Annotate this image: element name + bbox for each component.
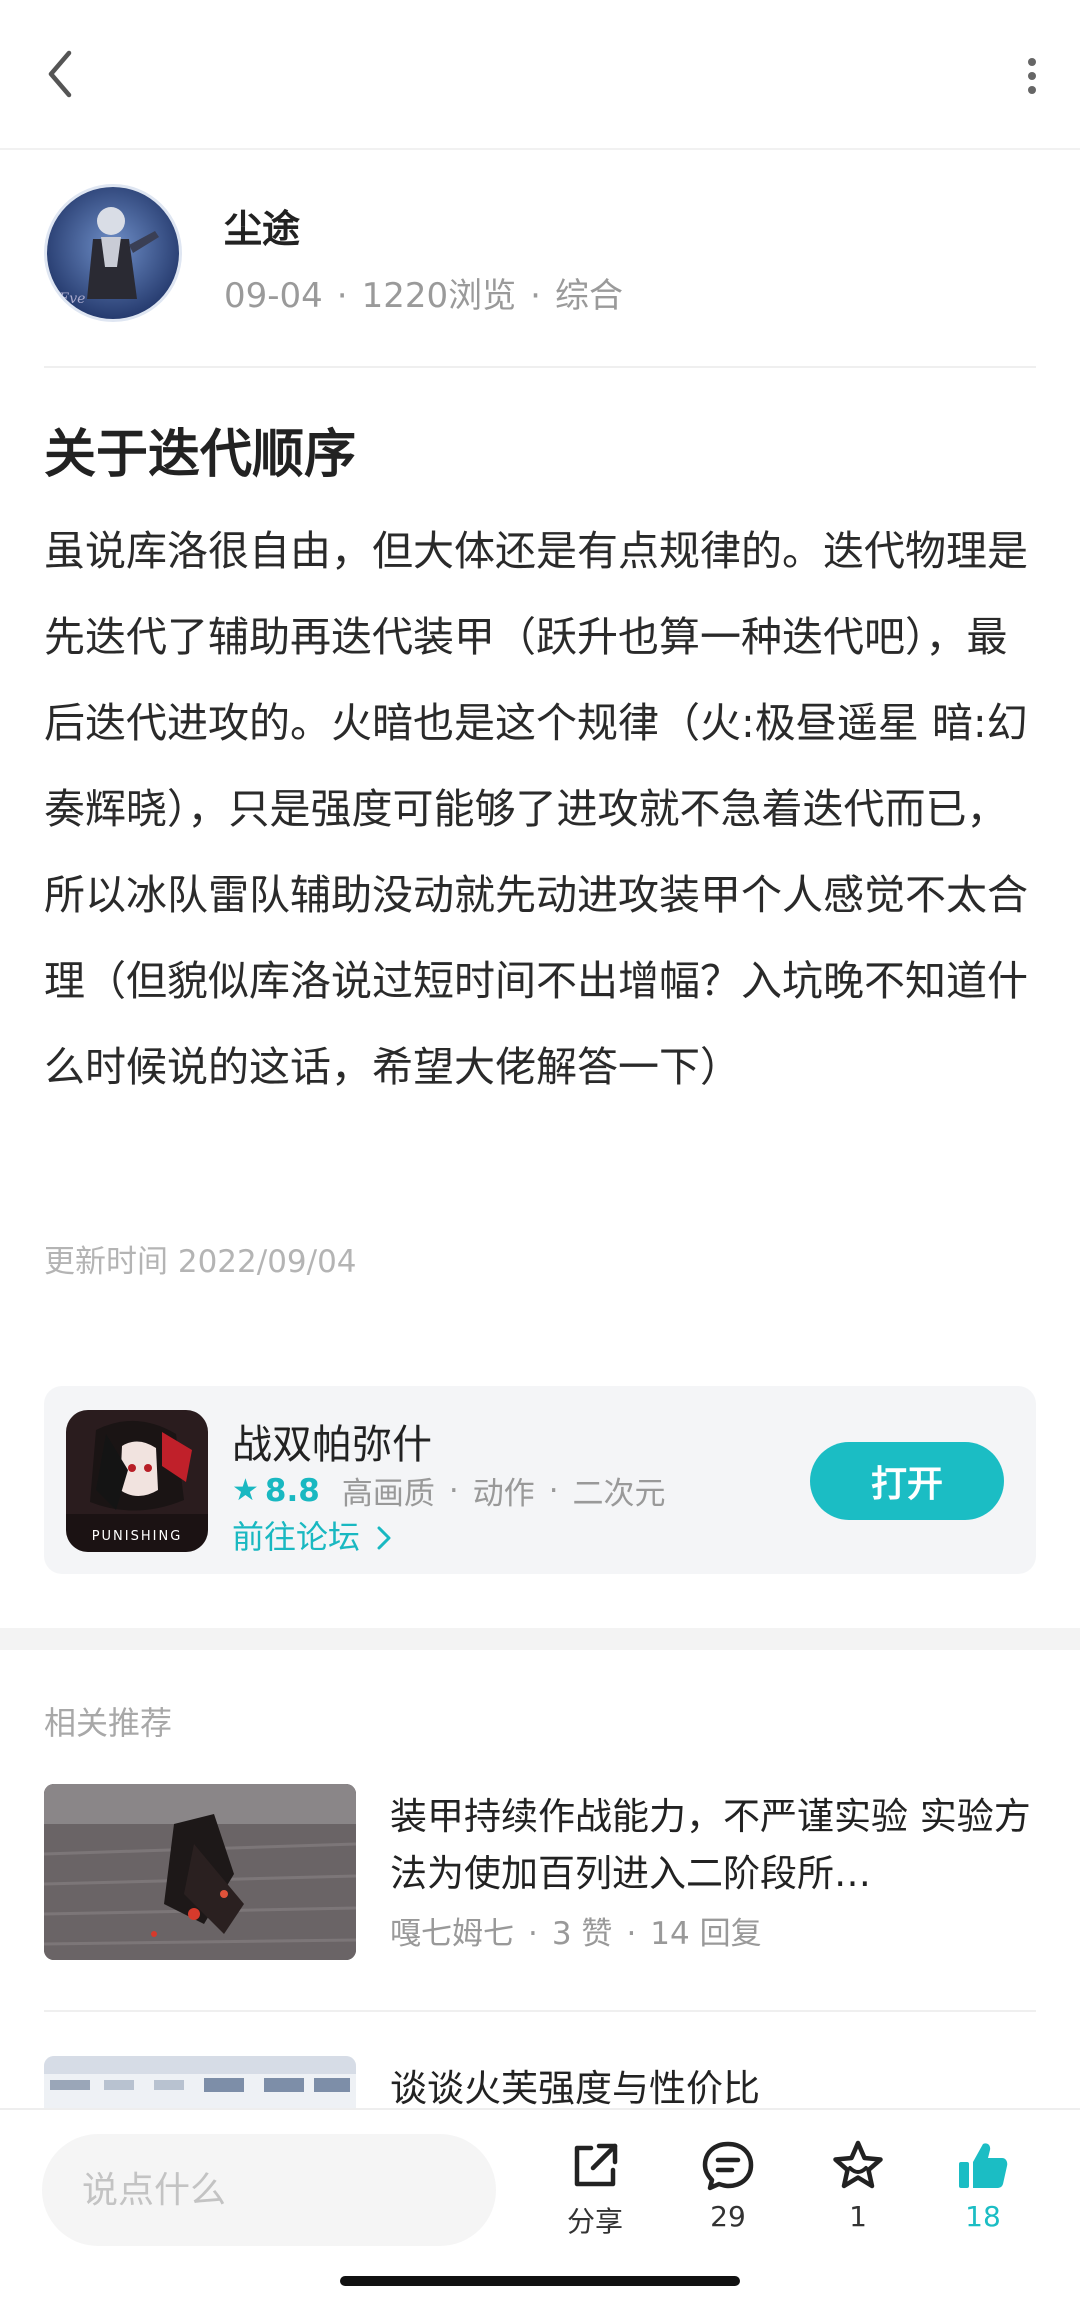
related-item[interactable]: 谈谈火芙强度与性价比 xyxy=(44,2056,1036,2108)
post-date: 09-04 xyxy=(224,276,323,316)
share-icon xyxy=(574,2143,618,2187)
thumbs-up-icon xyxy=(959,2143,1008,2188)
related-item-title: 装甲持续作战能力，不严谨实验 实验方法为使加百列进入二阶段所… xyxy=(390,1795,1031,1895)
star-outline-icon xyxy=(833,2140,883,2189)
game-icon: PUNISHING xyxy=(66,1410,208,1552)
chevron-left-icon xyxy=(48,50,72,98)
like-button[interactable]: 18 xyxy=(928,2138,1038,2248)
related-item-meta: 嘎七姆七 · 3 赞 · 14 回复 xyxy=(390,1916,762,1952)
home-indicator[interactable] xyxy=(340,2276,740,2286)
game-name: 战双帕弥什 xyxy=(232,1422,432,1468)
game-icon-logo-text: PUNISHING xyxy=(92,1529,183,1544)
related-item[interactable]: 装甲持续作战能力，不严谨实验 实验方法为使加百列进入二阶段所… 嘎七姆七 · 3 赞… xyxy=(44,1784,1036,1964)
share-button[interactable]: 分享 xyxy=(540,2138,650,2248)
forum-link-label: 前往论坛 xyxy=(232,1518,361,1556)
open-game-button[interactable]: 打开 xyxy=(810,1442,1004,1520)
comment-count: 29 xyxy=(710,2200,746,2233)
post-category[interactable]: 综合 xyxy=(555,276,623,316)
game-rating: 8.8 xyxy=(264,1472,320,1509)
game-tag: 动作 xyxy=(472,1476,535,1512)
related-item-replies: 14 回复 xyxy=(650,1916,762,1952)
related-item-title: 谈谈火芙强度与性价比 xyxy=(390,2067,760,2108)
like-count: 18 xyxy=(965,2200,1001,2233)
game-tag: 二次元 xyxy=(572,1476,666,1512)
star-icon: ★ xyxy=(232,1473,259,1508)
author-header: Eve 尘途 09-04 · 1220浏览 · 综合 xyxy=(44,184,1036,364)
game-tag: 高画质 xyxy=(341,1476,435,1512)
back-button[interactable] xyxy=(36,40,84,108)
view-count: 1220浏览 xyxy=(361,276,517,316)
post-title: 关于迭代顺序 xyxy=(44,425,357,485)
forum-link[interactable]: 前往论坛 xyxy=(232,1512,392,1558)
related-item-author: 嘎七姆七 xyxy=(390,1916,514,1952)
bottom-action-bar: 分享 29 1 18 xyxy=(0,2108,1080,2303)
divider xyxy=(44,2010,1036,2012)
related-thumbnail xyxy=(44,2056,356,2108)
related-item-likes: 3 赞 xyxy=(551,1916,613,1952)
related-section-title: 相关推荐 xyxy=(44,1704,173,1742)
share-label: 分享 xyxy=(566,2205,623,2238)
avatar[interactable]: Eve xyxy=(44,184,182,322)
svg-text:Eve: Eve xyxy=(58,291,85,307)
more-options-button[interactable] xyxy=(1008,40,1056,108)
game-card[interactable]: PUNISHING 战双帕弥什 ★ 8.8 高画质 · 动作 · 二次元 前往论坛 打开 xyxy=(44,1386,1036,1574)
favorite-button[interactable]: 1 xyxy=(803,2138,913,2248)
comment-icon xyxy=(702,2141,754,2191)
comment-input[interactable] xyxy=(42,2134,496,2246)
section-divider xyxy=(0,1628,1080,1650)
top-bar xyxy=(0,0,1080,150)
update-time: 更新时间 2022/09/04 xyxy=(44,1244,357,1280)
game-meta: ★ 8.8 高画质 · 动作 · 二次元 xyxy=(232,1468,666,1513)
post-meta: 09-04 · 1220浏览 · 综合 xyxy=(224,276,623,316)
divider xyxy=(44,366,1036,368)
author-name[interactable]: 尘途 xyxy=(224,198,300,253)
more-vertical-icon xyxy=(1028,58,1036,66)
favorite-count: 1 xyxy=(849,2200,867,2233)
comment-button[interactable]: 29 xyxy=(673,2138,783,2248)
related-thumbnail xyxy=(44,1784,356,1960)
post-body: 虽说库洛很自由，但大体还是有点规律的。迭代物理是先迭代了辅助再迭代装甲（跃升也算… xyxy=(44,527,1028,1091)
chevron-right-icon xyxy=(377,1526,391,1550)
